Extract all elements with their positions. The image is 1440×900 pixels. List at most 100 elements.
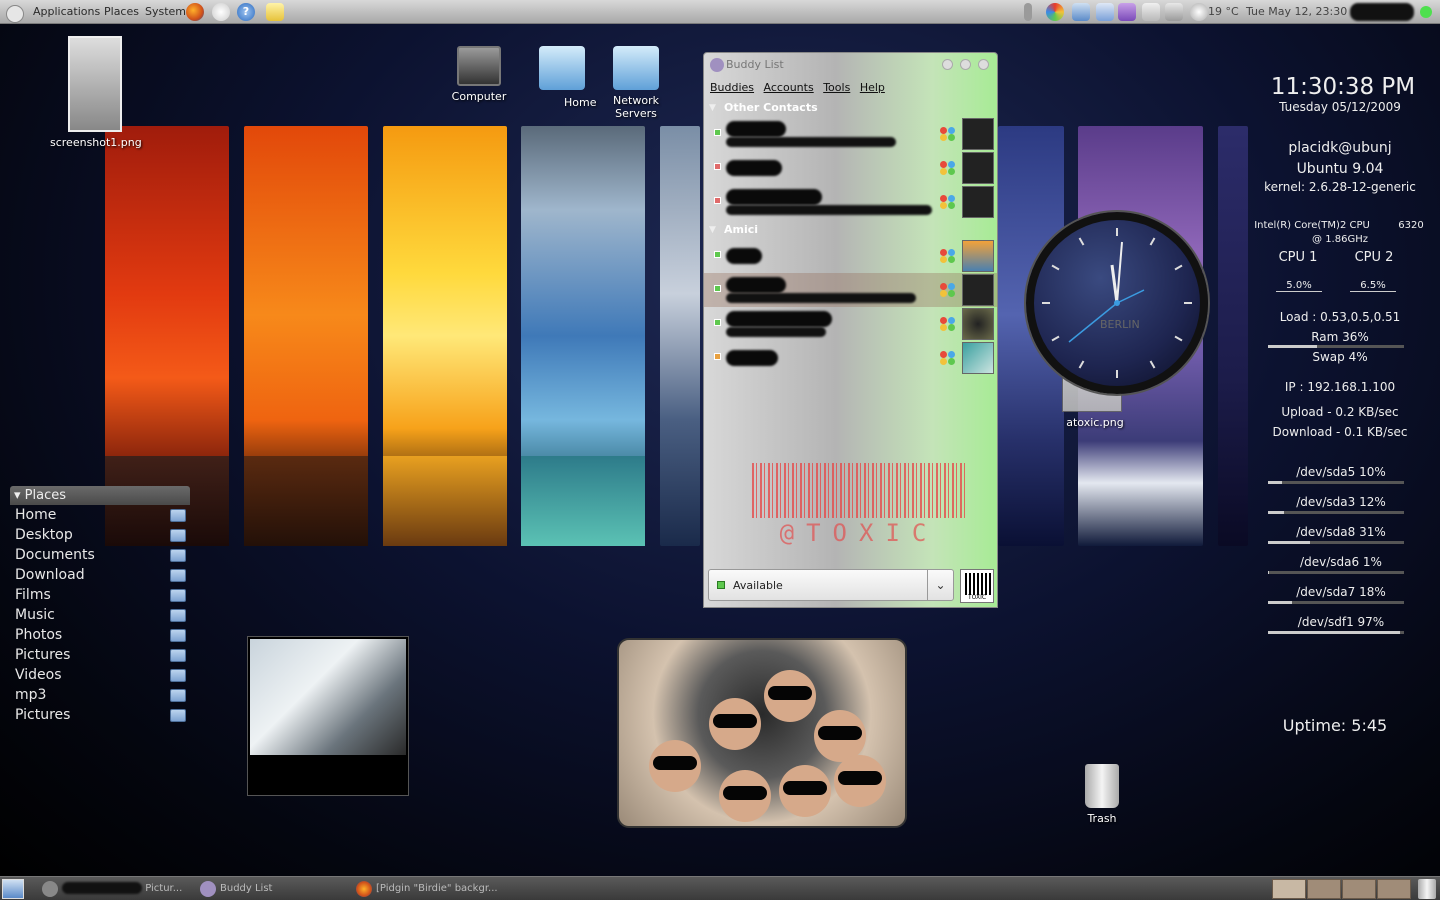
buddy-row[interactable] [704, 341, 997, 375]
buddy-row[interactable] [704, 151, 997, 185]
workspace-2[interactable] [1307, 879, 1341, 899]
menu-applications[interactable]: Applications [33, 0, 100, 24]
group-label: Other Contacts [724, 101, 818, 114]
weather-icon[interactable] [1190, 3, 1208, 21]
wallpaper-strip [105, 126, 229, 546]
buddy-status-redacted [726, 327, 826, 337]
notes-icon[interactable] [266, 3, 284, 21]
place-item-documents[interactable]: Documents [10, 545, 190, 565]
desktop-icon-computer[interactable]: Computer [448, 46, 510, 103]
place-item-pictures-2[interactable]: Pictures [10, 705, 190, 725]
places-header[interactable]: ▾ Places [10, 486, 190, 505]
mail-icon[interactable] [212, 3, 230, 21]
photo-image [250, 639, 406, 755]
place-item-pictures[interactable]: Pictures [10, 645, 190, 665]
desktop-icon-screenshot[interactable]: screenshot1.png [50, 36, 142, 149]
trash-icon[interactable] [1418, 879, 1436, 899]
conky-cpu-model: Intel(R) Core(TM)2 CPU [1254, 220, 1370, 231]
menu-help[interactable]: Help [860, 77, 885, 99]
desktop-icon-home[interactable]: Home [532, 46, 596, 109]
menu-buddies[interactable]: Buddies [710, 77, 754, 99]
blurred-face [764, 670, 816, 722]
taskbar-item-firefox[interactable]: [Pidgin "Birdie" backgr... [354, 879, 554, 899]
minimize-button[interactable] [942, 59, 953, 70]
msn-butterfly-icon [940, 161, 956, 175]
buddy-row-selected[interactable] [704, 273, 997, 307]
buddy-row[interactable] [704, 185, 997, 219]
group-photo-widget[interactable] [617, 638, 907, 828]
menu-accounts[interactable]: Accounts [764, 77, 814, 99]
menubar: Buddies Accounts Tools Help [704, 77, 997, 99]
conky-kernel: kernel: 2.6.28-12-generic [1264, 180, 1416, 194]
desktop-icon-trash[interactable]: Trash [1076, 764, 1128, 825]
folder-icon [170, 509, 186, 522]
maximize-button[interactable] [960, 59, 971, 70]
weather-temp[interactable]: 19 °C [1208, 0, 1239, 24]
blurred-face [709, 698, 761, 750]
folder-icon [42, 881, 58, 897]
show-desktop-icon[interactable] [2, 879, 24, 899]
place-label: Desktop [15, 527, 73, 543]
workspace-1[interactable] [1272, 879, 1306, 899]
wifi-icon[interactable] [1072, 3, 1090, 21]
firefox-icon[interactable] [186, 3, 204, 21]
window-titlebar[interactable]: Buddy List [704, 53, 997, 77]
online-status-icon[interactable] [1420, 6, 1432, 18]
barcode-watermark-text: @TOXIC [779, 519, 939, 547]
desktop-icon-network-servers[interactable]: Network Servers [594, 46, 678, 120]
place-item-download[interactable]: Download [10, 565, 190, 585]
chevron-down-icon[interactable]: ⌄ [927, 570, 953, 600]
toxic-logo-icon[interactable]: TOXIC [960, 569, 994, 603]
group-other-contacts[interactable]: ▼ Other Contacts [704, 99, 997, 117]
gnome-foot-icon[interactable] [6, 0, 24, 24]
barcode-watermark [752, 463, 966, 518]
conky-swap: Swap 4% [1312, 350, 1368, 364]
photo-frame-widget[interactable] [247, 636, 409, 796]
place-item-mp3[interactable]: mp3 [10, 685, 190, 705]
place-item-music[interactable]: Music [10, 605, 190, 625]
network-icon[interactable] [1096, 3, 1114, 21]
place-label: Videos [15, 667, 62, 683]
place-item-videos[interactable]: Videos [10, 665, 190, 685]
menu-places[interactable]: Places [104, 0, 139, 24]
image-file-icon [68, 36, 122, 132]
disk-bar [1268, 481, 1404, 484]
chrome-icon[interactable] [1046, 3, 1064, 21]
place-item-photos[interactable]: Photos [10, 625, 190, 645]
workspace-3[interactable] [1342, 879, 1376, 899]
folder-icon [170, 609, 186, 622]
panel-clock[interactable]: Tue May 12, 23:30 [1246, 0, 1347, 24]
msn-butterfly-icon [940, 351, 956, 365]
taskbar-item[interactable]: Pictur... [40, 879, 190, 899]
buddy-row[interactable] [704, 307, 997, 341]
place-item-home[interactable]: Home [10, 505, 190, 525]
close-button[interactable] [978, 59, 989, 70]
place-label: Music [15, 607, 55, 623]
mail-tray-icon[interactable] [1142, 3, 1160, 21]
buddy-list-window[interactable]: Buddy List Buddies Accounts Tools Help ▼… [703, 52, 998, 608]
help-icon[interactable]: ? [237, 3, 255, 21]
trash-icon [1085, 764, 1119, 808]
group-amici[interactable]: ▼ Amici [704, 221, 997, 239]
bottom-panel: Pictur... Buddy List [Pidgin "Birdie" ba… [0, 876, 1440, 900]
status-selector[interactable]: Available ⌄ [708, 569, 954, 601]
firefox-icon [356, 881, 372, 897]
buddy-avatar [962, 240, 994, 272]
buddy-status-redacted [726, 137, 896, 147]
menu-tools[interactable]: Tools [823, 77, 850, 99]
volume-icon[interactable] [1165, 3, 1183, 21]
place-item-desktop[interactable]: Desktop [10, 525, 190, 545]
pidgin-tray-icon[interactable] [1118, 3, 1136, 21]
buddy-row[interactable] [704, 117, 997, 151]
user-name-redacted[interactable] [1350, 3, 1414, 21]
buddy-name-redacted [726, 311, 832, 327]
workspace-4[interactable] [1377, 879, 1411, 899]
msn-butterfly-icon [940, 249, 956, 263]
menu-system[interactable]: System [145, 0, 186, 24]
conky-user: placidk@ubunj [1288, 140, 1392, 156]
buddy-row[interactable] [704, 239, 997, 273]
expander-icon: ▼ [709, 225, 716, 235]
taskbar-item-buddy-list[interactable]: Buddy List [198, 879, 348, 899]
place-item-films[interactable]: Films [10, 585, 190, 605]
disk-bar [1268, 571, 1404, 574]
